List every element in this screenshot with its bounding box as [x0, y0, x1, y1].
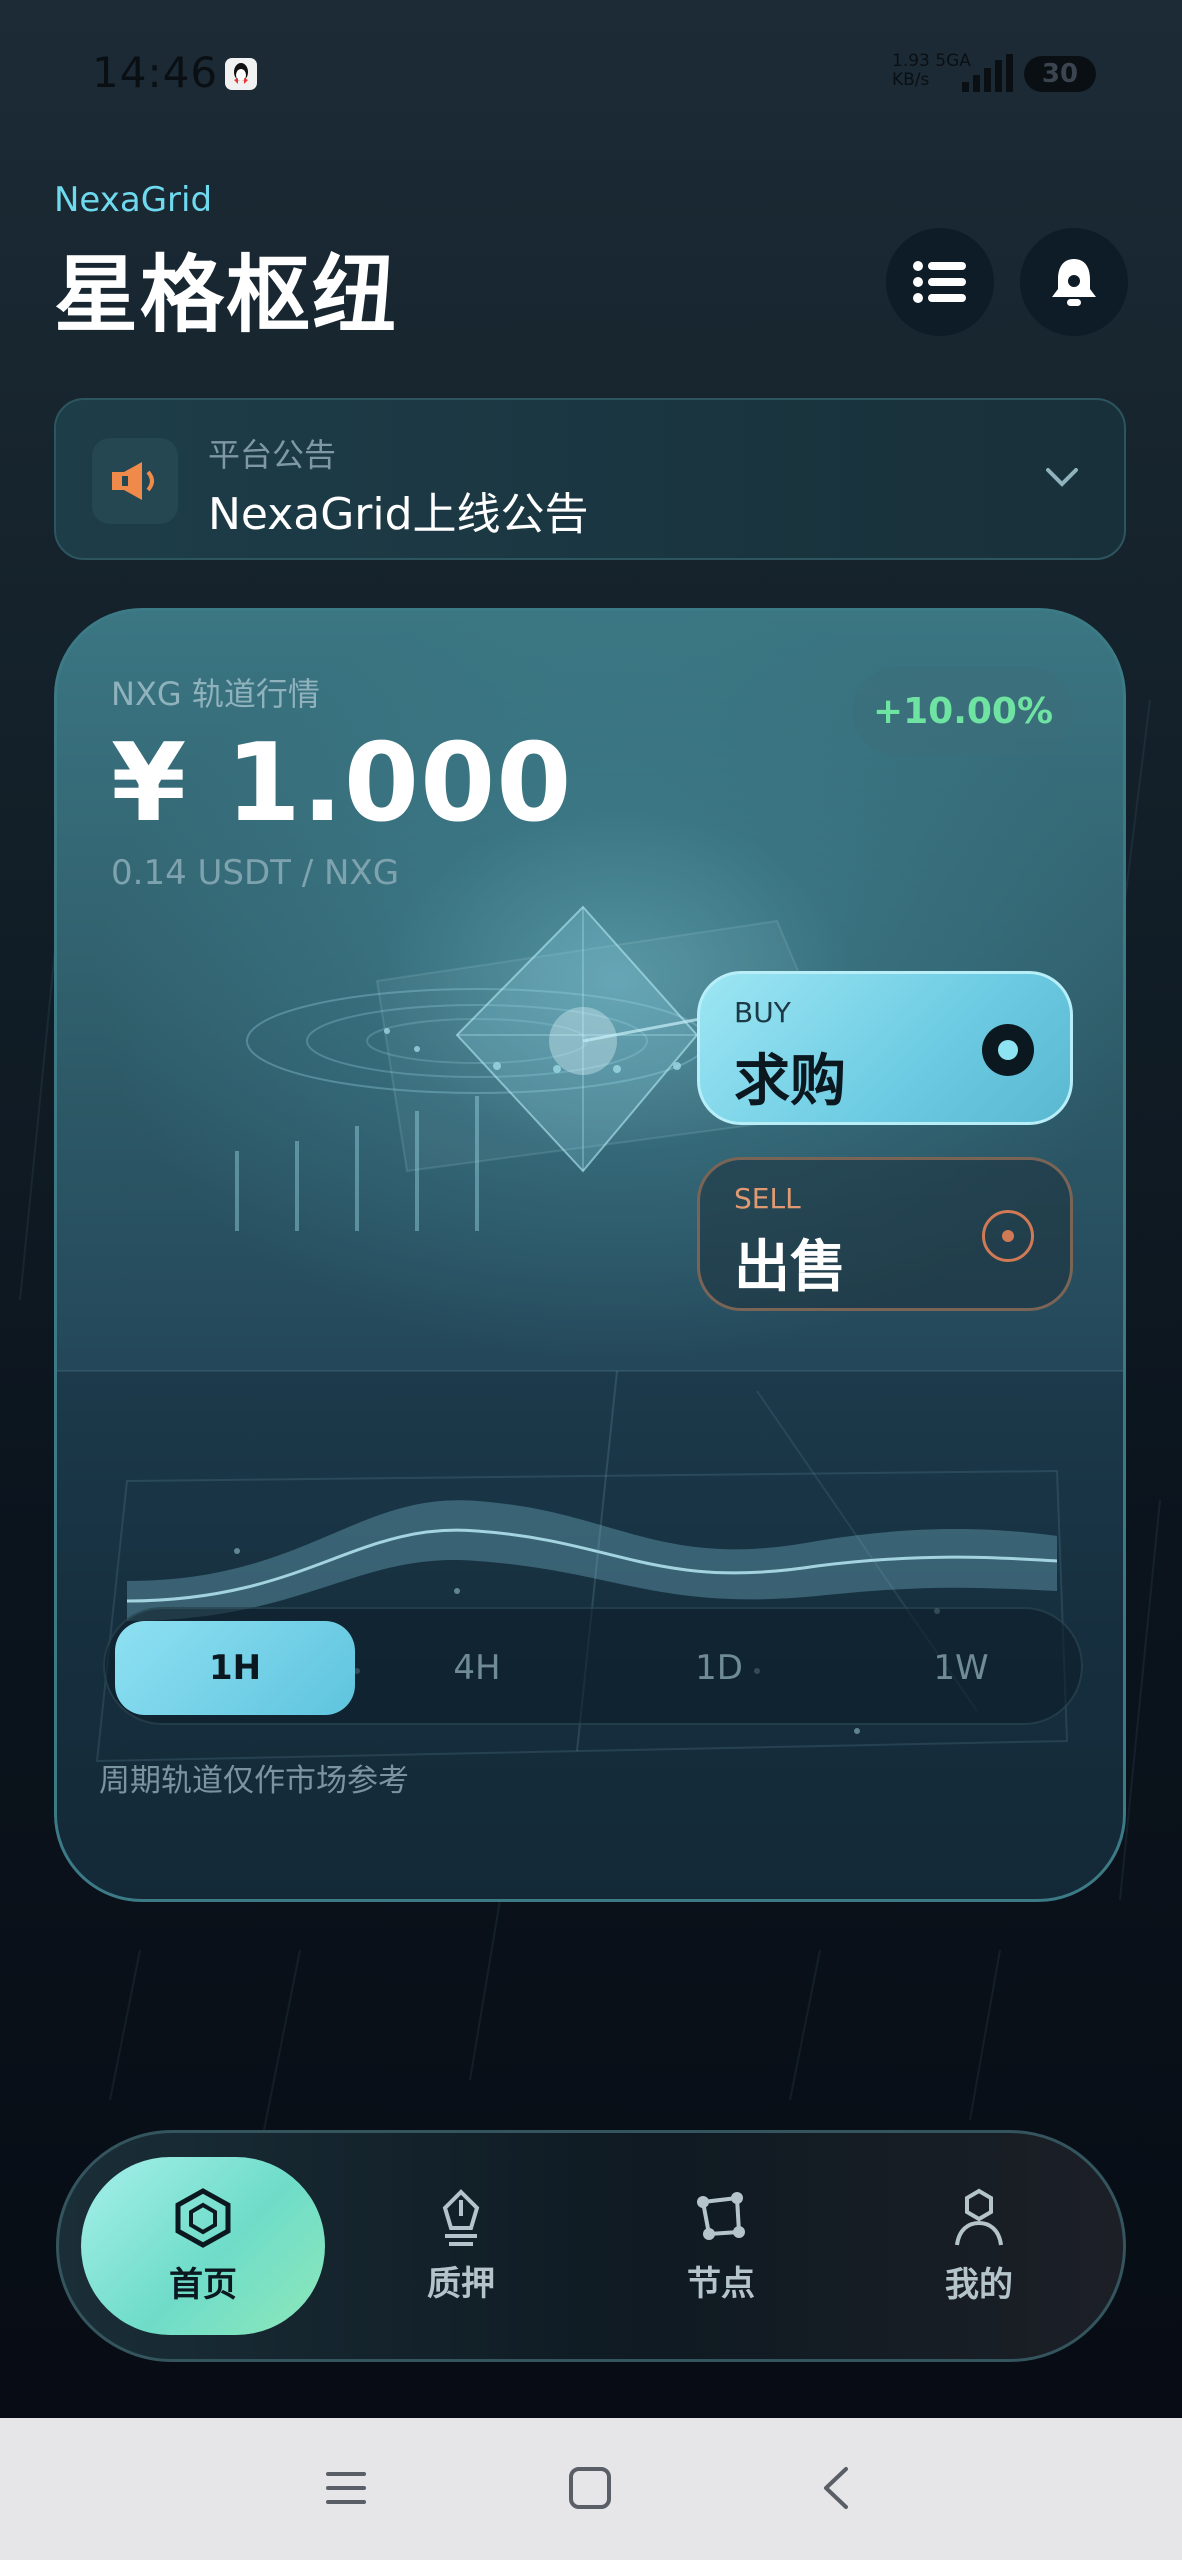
nav-label: 节点 [687, 2263, 755, 2304]
status-time: 14:46 [92, 48, 219, 97]
change-badge: +10.00% [853, 667, 1073, 755]
back-button[interactable] [806, 2458, 866, 2518]
nav-label: 我的 [945, 2264, 1013, 2305]
notification-button[interactable] [1020, 228, 1128, 336]
home-button[interactable] [560, 2458, 620, 2518]
nav-pledge[interactable]: 质押 [339, 2157, 583, 2335]
recent-apps-button[interactable] [316, 2458, 376, 2518]
qq-notification-icon [225, 58, 257, 90]
price-usdt: 0.14 USDT / NXG [111, 853, 400, 893]
status-bar: 14:46 1.93 5GA KB/s 30 [0, 0, 1182, 150]
announcement-bar[interactable]: 平台公告 NexaGrid上线公告 [54, 398, 1126, 560]
back-arrow-icon [824, 2467, 848, 2509]
announcement-title: NexaGrid上线公告 [208, 489, 589, 540]
period-1d[interactable]: 1D [599, 1621, 839, 1715]
nav-node[interactable]: 节点 [599, 2157, 843, 2335]
nav-home[interactable]: 首页 [81, 2157, 325, 2335]
period-4h[interactable]: 4H [357, 1621, 597, 1715]
buy-tag: BUY [734, 996, 791, 1029]
home-hex-icon [175, 2187, 231, 2248]
profile-icon [955, 2188, 1003, 2245]
market-card: NXG 轨道行情 ¥ 1.000 0.14 USDT / NXG +10.00%… [54, 608, 1126, 1902]
sell-label: 出售 [734, 1235, 846, 1300]
node-icon [697, 2191, 745, 2240]
list-icon [913, 261, 966, 303]
chevron-down-icon [1046, 468, 1078, 487]
nav-label: 首页 [169, 2264, 237, 2305]
period-1h[interactable]: 1H [115, 1621, 355, 1715]
signal-icon [962, 54, 1013, 92]
buy-dot-icon [982, 1024, 1034, 1076]
megaphone-icon [92, 438, 178, 524]
nav-profile[interactable]: 我的 [857, 2157, 1101, 2335]
sell-dot-icon [982, 1210, 1034, 1262]
menu-button[interactable] [886, 228, 994, 336]
bottom-nav: 首页 质押 节点 我的 [56, 2130, 1126, 2362]
nav-label: 质押 [427, 2263, 495, 2304]
sell-tag: SELL [734, 1182, 801, 1215]
buy-button[interactable]: BUY 求购 [697, 971, 1073, 1125]
bell-icon [1052, 259, 1096, 306]
system-nav-bar [0, 2418, 1182, 2560]
period-selector: 1H 4H 1D 1W [103, 1607, 1083, 1725]
period-note: 周期轨道仅作市场参考 [99, 1763, 409, 1799]
battery-indicator: 30 [1024, 56, 1096, 92]
pledge-icon [442, 2188, 480, 2246]
square-icon [569, 2467, 611, 2509]
price-value: ¥ 1.000 [111, 721, 573, 846]
buy-label: 求购 [734, 1049, 846, 1114]
page-title: 星格枢纽 [54, 246, 399, 344]
brand-en: NexaGrid [54, 180, 213, 220]
announcement-label: 平台公告 [208, 436, 337, 474]
menu-lines-icon [326, 2472, 366, 2504]
market-label: NXG 轨道行情 [111, 675, 320, 713]
sell-button[interactable]: SELL 出售 [697, 1157, 1073, 1311]
period-1w[interactable]: 1W [841, 1621, 1081, 1715]
